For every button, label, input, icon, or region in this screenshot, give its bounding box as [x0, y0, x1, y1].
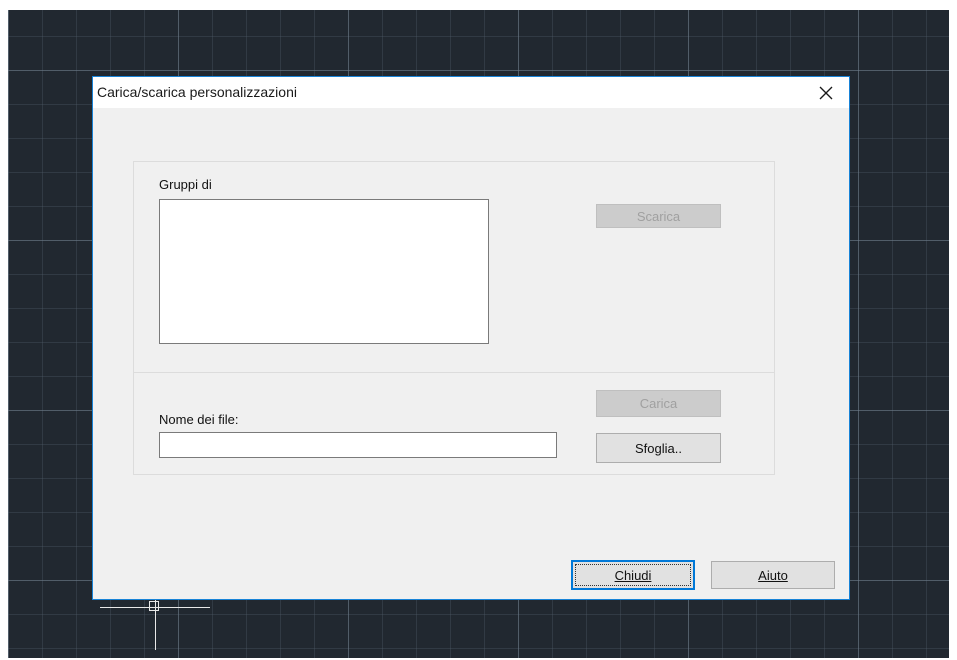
crosshair-pickbox: [149, 601, 159, 611]
load-unload-customizations-dialog: Carica/scarica personalizzazioni Gruppi …: [92, 76, 850, 600]
load-button-label: Carica: [639, 396, 678, 411]
browse-button[interactable]: Sfoglia..: [596, 433, 721, 463]
close-dialog-button[interactable]: [803, 77, 849, 108]
browse-button-label: Sfoglia..: [635, 440, 682, 456]
load-button[interactable]: Carica: [596, 390, 721, 417]
filename-label: Nome dei file:: [159, 412, 239, 427]
close-icon: [819, 86, 833, 99]
dialog-titlebar: Carica/scarica personalizzazioni: [93, 77, 849, 108]
groups-label: Gruppi di: [159, 177, 212, 192]
filename-input[interactable]: [159, 432, 557, 458]
close-button[interactable]: Chiudi: [571, 560, 695, 590]
help-button[interactable]: Aiuto: [711, 561, 835, 589]
help-button-label: Aiuto: [758, 567, 788, 583]
unload-button-label: Scarica: [636, 208, 681, 224]
groupbox-divider: [133, 372, 775, 373]
dialog-title: Carica/scarica personalizzazioni: [97, 84, 297, 100]
unload-button[interactable]: Scarica: [596, 204, 721, 228]
focus-rectangle: [575, 564, 691, 586]
groups-listbox[interactable]: [159, 199, 489, 344]
